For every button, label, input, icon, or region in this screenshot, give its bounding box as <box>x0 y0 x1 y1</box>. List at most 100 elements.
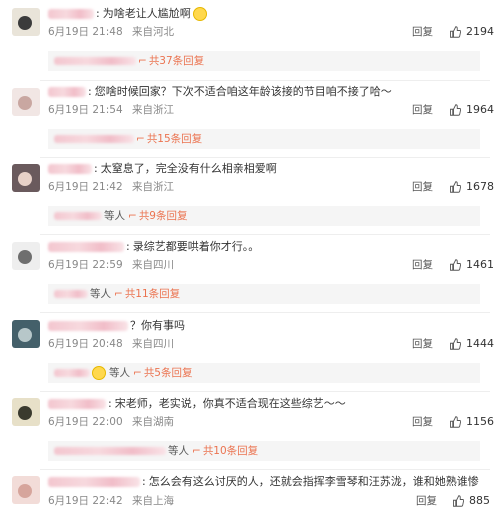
thumbs-up-icon <box>450 104 461 116</box>
avatar[interactable] <box>12 320 40 348</box>
like-button[interactable]: 1156 <box>449 415 494 429</box>
comment-location: 来自河北 <box>131 26 174 38</box>
like-count: 1156 <box>466 415 494 428</box>
username-blurred[interactable] <box>48 399 106 409</box>
divider <box>40 312 490 313</box>
reply-count-link[interactable]: 共15条回复 <box>147 133 202 145</box>
reply-summary[interactable]: ⌐ 共15条回复 <box>48 129 480 149</box>
replier-blurred <box>54 369 90 377</box>
comment-date: 6月19日 20:48 <box>48 338 123 350</box>
comment-date: 6月19日 21:42 <box>48 181 123 193</box>
avatar[interactable] <box>12 476 40 504</box>
comment-date: 6月19日 22:59 <box>48 259 123 271</box>
comment-bubble-icon: ⌐ <box>136 133 145 145</box>
like-button[interactable]: 2194 <box>449 25 494 39</box>
reply-others: 等人 <box>90 288 111 300</box>
thumbs-up-icon <box>450 181 461 193</box>
username-blurred[interactable] <box>48 87 86 97</box>
reply-button[interactable]: 回复 <box>412 103 433 117</box>
reply-button[interactable]: 回复 <box>412 258 433 272</box>
avatar[interactable] <box>12 242 40 270</box>
colon: : <box>94 162 98 175</box>
divider <box>40 391 490 392</box>
comment-text: 太窒息了，完全没有什么相亲相爱啊 <box>100 162 277 175</box>
comment-location: 来自上海 <box>131 495 174 507</box>
comment-location: 来自浙江 <box>131 104 174 116</box>
reply-summary[interactable]: ⌐ 共37条回复 <box>48 51 480 71</box>
like-button[interactable]: 1444 <box>449 337 494 351</box>
thumbs-up-icon <box>450 416 461 428</box>
comment-text: 怎么会有这么讨厌的人，还就会指挥李雪琴和汪苏泷，谁和她熟谁惨 <box>148 475 479 488</box>
like-button[interactable]: 1964 <box>449 103 494 117</box>
like-button[interactable]: 885 <box>452 494 490 508</box>
comment-bubble-icon: ⌐ <box>138 55 147 67</box>
reply-button[interactable]: 回复 <box>412 180 433 194</box>
colon: : <box>142 475 146 488</box>
comment-text: ？你有事吗 <box>130 319 185 332</box>
comment-bubble-icon: ⌐ <box>192 445 201 457</box>
like-count: 2194 <box>466 25 494 38</box>
username-blurred[interactable] <box>48 9 94 19</box>
comment-location: 来自四川 <box>131 259 174 271</box>
comment-date: 6月19日 21:54 <box>48 104 123 116</box>
thumbs-up-icon <box>450 26 461 38</box>
username-blurred[interactable] <box>48 321 128 331</box>
reply-summary[interactable]: 等人 ⌐ 共5条回复 <box>48 363 480 383</box>
reply-others: 等人 <box>104 210 125 222</box>
comment-text: 为啥老让人尴尬啊 <box>102 7 191 20</box>
comment-text: 您啥时候回家？下次不适合咱这年龄该接的节目咱不接了哈～ <box>94 85 392 98</box>
thumbs-up-icon <box>453 495 464 507</box>
reply-summary[interactable]: 等人 ⌐ 共9条回复 <box>48 206 480 226</box>
comment-location: 来自四川 <box>131 338 174 350</box>
replier-blurred <box>54 57 136 65</box>
reply-others: 等人 <box>168 445 189 457</box>
comment-date: 6月19日 22:00 <box>48 416 123 428</box>
replier-blurred <box>54 212 102 220</box>
comment-location: 来自浙江 <box>131 181 174 193</box>
reply-button[interactable]: 回复 <box>412 337 433 351</box>
divider <box>40 469 490 470</box>
reply-count-link[interactable]: 共11条回复 <box>125 288 180 300</box>
comment-date: 6月19日 22:42 <box>48 495 123 507</box>
replier-blurred <box>54 290 88 298</box>
comment-text: 宋老师，老实说，你真不适合现在这些综艺～～ <box>114 397 346 410</box>
colon: : <box>88 85 92 98</box>
smiley-emoji-icon <box>192 7 207 21</box>
comment-location: 来自湖南 <box>131 416 174 428</box>
comment-date: 6月19日 21:48 <box>48 26 123 38</box>
avatar[interactable] <box>12 8 40 36</box>
colon: : <box>108 397 112 410</box>
like-count: 1461 <box>466 258 494 271</box>
colon: : <box>126 240 130 253</box>
replier-blurred <box>54 447 166 455</box>
comment-bubble-icon: ⌐ <box>114 288 123 300</box>
emoji-icon <box>92 366 106 380</box>
like-count: 885 <box>469 494 490 507</box>
reply-count-link[interactable]: 共37条回复 <box>149 55 204 67</box>
avatar[interactable] <box>12 88 40 116</box>
avatar[interactable] <box>12 398 40 426</box>
comment-bubble-icon: ⌐ <box>133 367 142 379</box>
username-blurred[interactable] <box>48 164 92 174</box>
reply-button[interactable]: 回复 <box>416 494 437 508</box>
username-blurred[interactable] <box>48 477 140 487</box>
username-blurred[interactable] <box>48 242 124 252</box>
like-count: 1444 <box>466 337 494 350</box>
like-count: 1964 <box>466 103 494 116</box>
thumbs-up-icon <box>450 338 461 350</box>
like-count: 1678 <box>466 180 494 193</box>
like-button[interactable]: 1678 <box>449 180 494 194</box>
reply-count-link[interactable]: 共5条回复 <box>144 367 193 379</box>
comment-text: 录综艺都要哄着你才行。。 <box>132 240 260 253</box>
comment-bubble-icon: ⌐ <box>128 210 137 222</box>
reply-summary[interactable]: 等人 ⌐ 共10条回复 <box>48 441 480 461</box>
reply-count-link[interactable]: 共10条回复 <box>203 445 258 457</box>
thumbs-up-icon <box>450 259 461 271</box>
reply-summary[interactable]: 等人 ⌐ 共11条回复 <box>48 284 480 304</box>
reply-button[interactable]: 回复 <box>412 415 433 429</box>
avatar[interactable] <box>12 164 40 192</box>
divider <box>40 157 490 158</box>
reply-button[interactable]: 回复 <box>412 25 433 39</box>
like-button[interactable]: 1461 <box>449 258 494 272</box>
reply-count-link[interactable]: 共9条回复 <box>139 210 188 222</box>
